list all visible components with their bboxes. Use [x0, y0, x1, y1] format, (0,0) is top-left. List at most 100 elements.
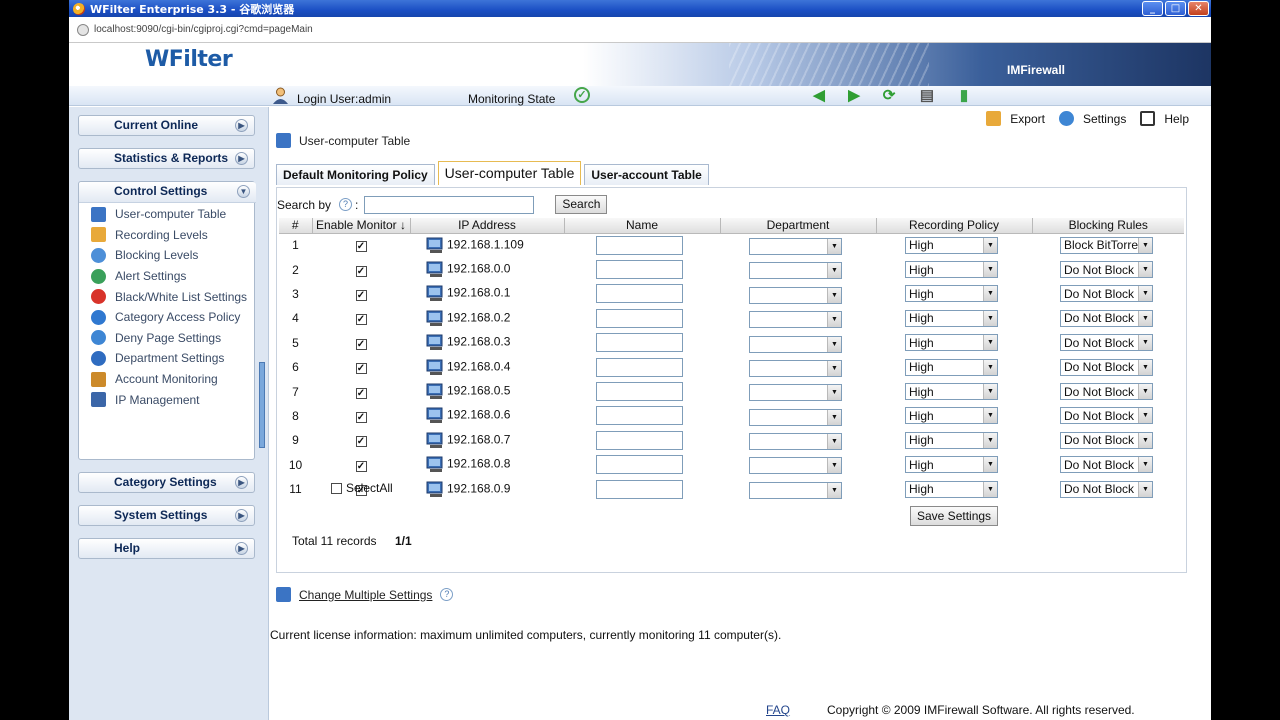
sidebar-item-account-monitoring[interactable]: Account Monitoring: [79, 369, 254, 390]
print-icon[interactable]: ▤: [918, 87, 936, 104]
department-select[interactable]: ▼: [749, 311, 842, 329]
nav-category-settings[interactable]: Category Settings ▶: [78, 472, 255, 493]
enable-monitor-checkbox[interactable]: ✓: [355, 460, 367, 472]
recording-policy-select[interactable]: High ▼: [905, 261, 998, 279]
enable-monitor-checkbox[interactable]: ✓: [355, 411, 367, 423]
nav-current-online[interactable]: Current Online ▶: [78, 115, 255, 136]
sidebar-item-deny-page[interactable]: Deny Page Settings: [79, 328, 254, 349]
recording-policy-select[interactable]: High ▼: [905, 236, 998, 254]
minimize-button[interactable]: _: [1142, 1, 1163, 16]
name-input[interactable]: [596, 333, 683, 353]
col-recording-policy[interactable]: Recording Policy: [876, 218, 1033, 234]
name-input[interactable]: [596, 235, 683, 255]
enable-monitor-checkbox[interactable]: ✓: [355, 289, 367, 301]
back-icon[interactable]: ◀: [810, 87, 828, 104]
blocking-rules-select[interactable]: Do Not Block ▼: [1060, 383, 1153, 401]
col-blocking-rules[interactable]: Blocking Rules: [1032, 218, 1184, 234]
forward-icon[interactable]: ▶: [845, 87, 863, 104]
enable-monitor-checkbox[interactable]: ✓: [355, 387, 367, 399]
department-select[interactable]: ▼: [749, 457, 842, 475]
col-department[interactable]: Department: [720, 218, 877, 234]
blocking-rules-select[interactable]: Do Not Block ▼: [1060, 431, 1153, 449]
url-text[interactable]: localhost:9090/cgi-bin/cgiproj.cgi?cmd=p…: [94, 24, 313, 35]
recording-policy-select[interactable]: High ▼: [905, 358, 998, 376]
recording-policy-select[interactable]: High ▼: [905, 383, 998, 401]
recording-policy-select[interactable]: High ▼: [905, 309, 998, 327]
save-settings-button[interactable]: Save Settings: [910, 506, 999, 526]
enable-monitor-checkbox[interactable]: ✓: [355, 338, 367, 350]
faq-link[interactable]: FAQ: [766, 703, 790, 717]
recording-policy-select[interactable]: High ▼: [905, 334, 998, 352]
recording-policy-select[interactable]: High ▼: [905, 456, 998, 474]
sidebar-item-black-white-list[interactable]: Black/White List Settings: [79, 286, 254, 307]
blocking-rules-select[interactable]: Do Not Block ▼: [1060, 309, 1153, 327]
recording-policy-select[interactable]: High ▼: [905, 431, 998, 449]
name-input[interactable]: [596, 260, 683, 280]
col-name[interactable]: Name: [564, 218, 721, 234]
sidebar-item-alert-settings[interactable]: Alert Settings: [79, 266, 254, 287]
sidebar-item-ip-management[interactable]: IP Management: [79, 389, 254, 410]
name-input[interactable]: [596, 382, 683, 402]
enable-monitor-checkbox[interactable]: ✓: [355, 241, 367, 253]
name-input[interactable]: [596, 357, 683, 377]
recording-policy-select[interactable]: High ▼: [905, 407, 998, 425]
nav-control-settings[interactable]: Control Settings ▼: [79, 182, 256, 203]
department-select[interactable]: ▼: [749, 335, 842, 353]
department-select[interactable]: ▼: [749, 359, 842, 377]
recording-policy-select[interactable]: High ▼: [905, 285, 998, 303]
sidebar-item-user-computer-table[interactable]: User-computer Table: [79, 204, 254, 225]
tab-default-monitoring-policy[interactable]: Default Monitoring Policy: [276, 164, 435, 185]
search-input[interactable]: [364, 195, 535, 214]
blocking-rules-select[interactable]: Do Not Block ▼: [1060, 285, 1153, 303]
department-select[interactable]: ▼: [749, 238, 842, 256]
help-button[interactable]: Help: [1140, 111, 1189, 126]
export-button[interactable]: Export: [986, 111, 1045, 126]
department-select[interactable]: ▼: [749, 433, 842, 451]
blocking-rules-select[interactable]: Do Not Block ▼: [1060, 480, 1153, 498]
help-icon[interactable]: ?: [440, 588, 454, 601]
sidebar-item-blocking-levels[interactable]: Blocking Levels: [79, 245, 254, 266]
col-ip-address[interactable]: IP Address: [410, 218, 565, 234]
nav-help[interactable]: Help ▶: [78, 538, 255, 559]
blocking-rules-select[interactable]: Do Not Block ▼: [1060, 261, 1153, 279]
enable-monitor-checkbox[interactable]: ✓: [355, 363, 367, 375]
close-button[interactable]: ✕: [1188, 1, 1209, 16]
tab-user-account-table[interactable]: User-account Table: [584, 164, 709, 185]
department-select[interactable]: ▼: [749, 286, 842, 304]
settings-button[interactable]: Settings: [1058, 111, 1126, 126]
name-input[interactable]: [596, 406, 683, 426]
recording-policy-select[interactable]: High ▼: [905, 480, 998, 498]
blocking-rules-select[interactable]: Do Not Block ▼: [1060, 456, 1153, 474]
col-enable-monitor[interactable]: Enable Monitor ↓: [312, 218, 411, 234]
sidebar-item-recording-levels[interactable]: Recording Levels: [79, 225, 254, 246]
change-multiple-settings-link[interactable]: Change Multiple Settings: [299, 588, 432, 602]
name-input[interactable]: [596, 455, 683, 475]
department-select[interactable]: ▼: [749, 408, 842, 426]
enable-monitor-checkbox[interactable]: ✓: [355, 265, 367, 277]
name-input[interactable]: [596, 308, 683, 328]
name-input[interactable]: [596, 479, 683, 499]
help-icon[interactable]: ?: [339, 198, 353, 211]
enable-monitor-checkbox[interactable]: ✓: [355, 314, 367, 326]
department-select[interactable]: ▼: [749, 481, 842, 499]
name-input[interactable]: [596, 284, 683, 304]
sidebar-item-category-access[interactable]: Category Access Policy: [79, 307, 254, 328]
sidebar-collapse-handle[interactable]: [259, 362, 265, 448]
search-button[interactable]: Search: [555, 195, 608, 214]
department-select[interactable]: ▼: [749, 384, 842, 402]
blocking-rules-select[interactable]: Do Not Block ▼: [1060, 407, 1153, 425]
select-all-checkbox[interactable]: [331, 482, 342, 494]
blocking-rules-select[interactable]: Block BitTorre ▼: [1060, 236, 1153, 254]
sidebar-item-department-settings[interactable]: Department Settings: [79, 348, 254, 369]
enable-monitor-checkbox[interactable]: ✓: [355, 436, 367, 448]
select-all[interactable]: SelectAll: [331, 481, 393, 495]
blocking-rules-select[interactable]: Do Not Block ▼: [1060, 334, 1153, 352]
exit-icon[interactable]: ▮: [955, 87, 973, 104]
nav-system-settings[interactable]: System Settings ▶: [78, 505, 255, 526]
name-input[interactable]: [596, 430, 683, 450]
address-bar[interactable]: localhost:9090/cgi-bin/cgiproj.cgi?cmd=p…: [69, 17, 1211, 43]
department-select[interactable]: ▼: [749, 262, 842, 280]
nav-statistics-reports[interactable]: Statistics & Reports ▶: [78, 148, 255, 169]
maximize-button[interactable]: □: [1165, 1, 1186, 16]
blocking-rules-select[interactable]: Do Not Block ▼: [1060, 358, 1153, 376]
